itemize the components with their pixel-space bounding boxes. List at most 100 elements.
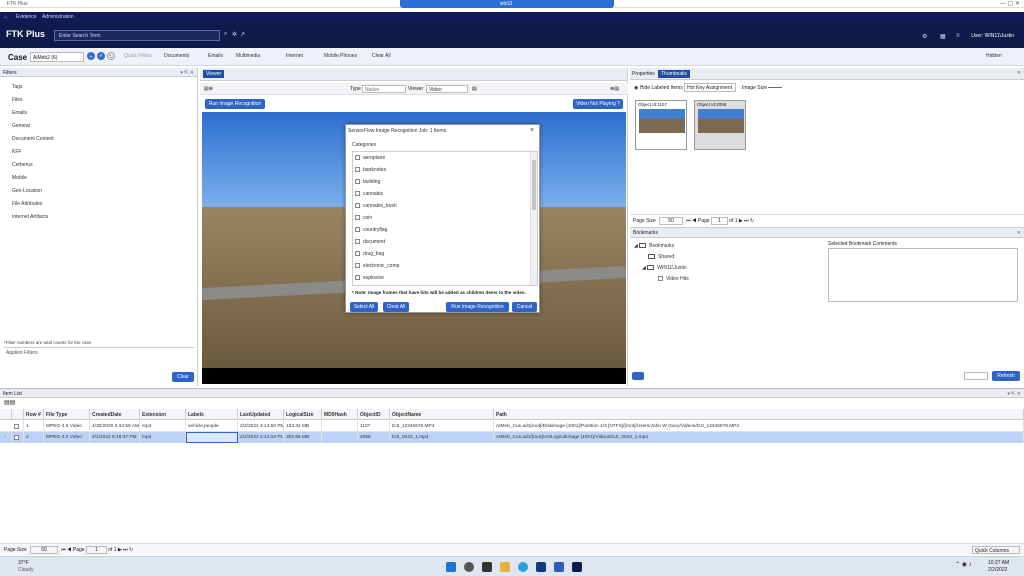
tray-icons[interactable]: ⌃ ◉ ♪ [955, 561, 972, 568]
filter-item[interactable]: Internet Artifacts [12, 214, 48, 220]
bookmark-root[interactable]: ◢ Bookmarks [634, 243, 674, 249]
grid-header[interactable]: LastUpdated [238, 409, 284, 420]
checkbox[interactable] [355, 275, 360, 281]
checkbox[interactable] [355, 191, 360, 197]
run-image-recognition-button[interactable]: Run Image Recognition [446, 302, 509, 312]
cancel-button[interactable]: Cancel [512, 302, 537, 312]
search-icon[interactable]: ⌕ [224, 31, 227, 38]
filter-item[interactable]: Document Content [12, 136, 54, 142]
filter-item[interactable]: Geo-Location [12, 188, 42, 194]
grid-header[interactable]: Row # [24, 409, 44, 420]
table-row[interactable]: 1 MPEG-4.0 Video 4/30/2020 5:34:59 AM mp… [0, 421, 1024, 432]
bookmark-shared[interactable]: Shared [648, 254, 674, 260]
panel-controls-icon[interactable]: ▾ ⇱ ✕ [180, 70, 194, 76]
grid-header[interactable]: ObjectID [358, 409, 390, 420]
filter-item[interactable]: KFF [12, 149, 21, 155]
close-icon[interactable]: × [530, 127, 534, 134]
image-size-slider[interactable] [768, 87, 782, 88]
panel-controls-icon[interactable]: ▾ ⇱ ✕ [1007, 391, 1021, 397]
category-item[interactable]: cannabis_bush [355, 203, 397, 209]
grid-header-check[interactable] [12, 409, 24, 420]
hot-key-select[interactable]: Hot Key Assignment [684, 83, 736, 92]
check-icon[interactable]: ✓ [97, 52, 105, 60]
remote-desktop-bar[interactable]: win11 [400, 0, 614, 8]
video-controls-bar[interactable] [202, 368, 626, 384]
tab-properties[interactable]: Properties [632, 71, 655, 77]
thumbnail-card[interactable]: Object Id:2058 [694, 100, 746, 150]
row-checkbox[interactable] [12, 432, 24, 443]
checkbox[interactable] [355, 203, 360, 209]
grid-header[interactable]: CreatedDate [90, 409, 140, 420]
checkbox[interactable] [355, 239, 360, 245]
internet-button[interactable]: Internet [286, 53, 303, 59]
clear-all-button[interactable]: Clear All [372, 53, 391, 59]
quick-filters-button[interactable]: Quick Filters [124, 53, 152, 59]
panel-controls-icon[interactable]: ✕ [1017, 70, 1021, 76]
filter-item[interactable]: Emails [12, 110, 27, 116]
tab-viewer[interactable]: Viewer [203, 70, 225, 78]
file-explorer-icon[interactable] [500, 562, 510, 572]
clear-filters-button[interactable]: Clear [172, 372, 194, 382]
tab-thumbnails[interactable]: Thumbnails [658, 70, 690, 78]
page-input[interactable]: 1 [710, 217, 728, 225]
menu-icon[interactable]: ≡ [956, 33, 960, 39]
edge-icon[interactable] [518, 562, 528, 572]
doc-icon[interactable]: ▤⊗ [204, 86, 213, 92]
category-item[interactable]: building [355, 179, 380, 185]
category-scrollbar[interactable] [530, 152, 537, 285]
gear-icon[interactable]: ✲ [232, 31, 237, 38]
labels-cell-editing[interactable] [186, 432, 238, 443]
menu-administration[interactable]: Administration [42, 14, 74, 20]
filter-item[interactable]: Cerberus [12, 162, 33, 168]
comments-box[interactable] [828, 248, 1018, 302]
run-recognition-button[interactable]: Run Image Recognition [205, 99, 265, 109]
grid-icon[interactable]: ▦ [940, 33, 946, 40]
checkbox[interactable] [355, 167, 360, 173]
store-icon[interactable] [554, 562, 564, 572]
video-not-playing-button[interactable]: Video Not Playing ? [573, 99, 623, 109]
clock-time[interactable]: 10:27 AM [988, 560, 1009, 566]
checkbox[interactable] [355, 263, 360, 269]
category-item[interactable]: document [355, 239, 385, 245]
case-select[interactable]: AiMeb2 (6) [30, 52, 84, 62]
app-icon[interactable] [536, 562, 546, 572]
category-item[interactable]: drug_bag [355, 251, 384, 257]
checkbox[interactable] [355, 227, 360, 233]
window-controls[interactable]: — ▢ ✕ [1000, 0, 1020, 7]
export-icon[interactable]: ▤ [472, 86, 477, 92]
hide-labeled-toggle[interactable]: ◉ Hide Labeled Items [634, 85, 683, 91]
grid-header[interactable]: LogicalSize [284, 409, 322, 420]
bookmark-user[interactable]: ◢ WIN11\Justin [642, 265, 687, 271]
first-page-icon[interactable]: ⏮ ◀ [686, 218, 698, 224]
documents-button[interactable]: Documents [164, 53, 189, 59]
panel-controls-icon[interactable]: ✕ [1017, 230, 1021, 236]
ftk-icon[interactable] [572, 562, 582, 572]
next-page-icon[interactable]: ▶ ⏭ ↻ [739, 218, 754, 224]
task-view-icon[interactable] [482, 562, 492, 572]
bookmark-toggle-button[interactable] [964, 372, 988, 380]
menu-evidence[interactable]: Evidence [16, 14, 37, 20]
grid-header[interactable]: ObjectName [390, 409, 494, 420]
multimedia-button[interactable]: Multimedia [236, 53, 260, 59]
weather-temp[interactable]: 37°F [18, 560, 29, 566]
settings-icon[interactable]: ⚙ [922, 33, 927, 40]
bookmark-video-hits[interactable]: Video Hits [658, 276, 689, 282]
mobile-phones-button[interactable]: Mobile Phones [324, 53, 357, 59]
checkbox[interactable] [658, 276, 663, 282]
viewer-select[interactable]: Video [426, 85, 468, 93]
filter-item[interactable]: Files [12, 97, 23, 103]
refresh-icon[interactable]: ↻ [107, 52, 115, 60]
search-input[interactable]: Enter Search Term [54, 30, 220, 41]
search-taskbar-icon[interactable] [464, 562, 474, 572]
filter-item[interactable]: File Attributes [12, 201, 42, 207]
next-page-icon[interactable]: ▶ ⏭ ↻ [118, 547, 133, 553]
category-item[interactable]: aeroplane [355, 155, 385, 161]
checkbox[interactable] [355, 215, 360, 221]
viewer-options-icon[interactable]: ⊗▤ [610, 86, 619, 92]
home-icon[interactable]: ⌂ [4, 14, 7, 20]
table-row-selected[interactable]: › 2 MPEG-4.0 Video 2/1/2022 6:18:37 PM m… [0, 432, 1024, 443]
user-label[interactable]: User: WIN11\Justin [971, 33, 1014, 39]
column-chooser-icon[interactable]: ▤▤ [4, 399, 15, 406]
filter-item[interactable]: Mobile [12, 175, 27, 181]
grid-header[interactable]: Path [494, 409, 1024, 420]
